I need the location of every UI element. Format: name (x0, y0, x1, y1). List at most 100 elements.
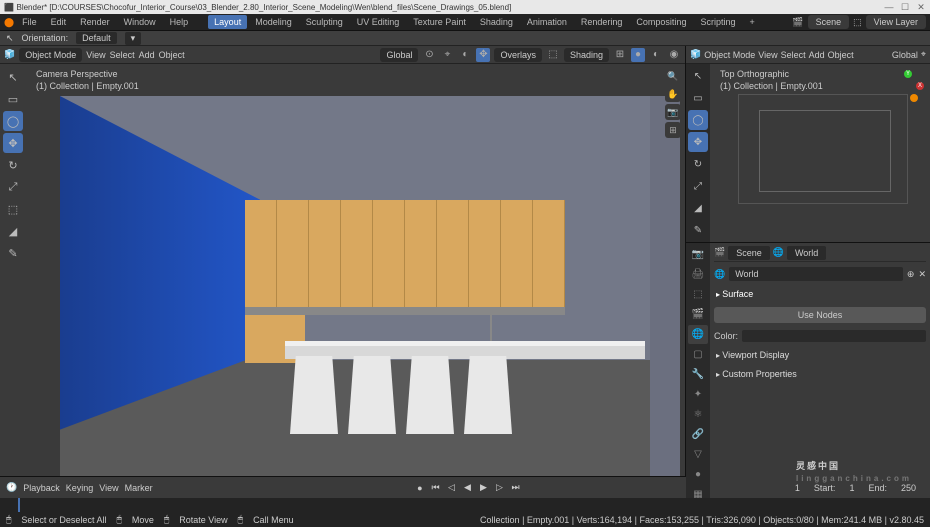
vp-persp-icon[interactable]: ⊞ (665, 122, 681, 138)
vp-pan-icon[interactable]: ✋ (665, 86, 681, 102)
snap-icon[interactable]: ⌖ (440, 48, 454, 62)
mini-tool-move[interactable]: ✥ (688, 132, 708, 152)
tool-move[interactable]: ✥ (3, 133, 23, 153)
orientation-select[interactable]: Default (76, 32, 117, 44)
workspace-render[interactable]: Rendering (575, 15, 629, 29)
tool-cursor[interactable]: ◯ (3, 111, 23, 131)
tab-output[interactable]: 🖨 (688, 265, 708, 284)
overlays-toggle[interactable]: Overlays (494, 48, 542, 62)
tool-measure[interactable]: ◢ (3, 221, 23, 241)
mini-tool-box[interactable]: ▭ (688, 88, 708, 108)
tl-keying[interactable]: Keying (66, 483, 94, 493)
tl-playback[interactable]: Playback (23, 483, 60, 493)
minimize-button[interactable]: — (884, 2, 894, 12)
timeline-ruler[interactable] (0, 498, 930, 512)
vp-menu-object[interactable]: Object (159, 50, 185, 60)
viewlayer-selector[interactable]: View Layer (866, 15, 926, 29)
workspace-comp[interactable]: Compositing (630, 15, 692, 29)
mini-menu-select[interactable]: Select (781, 50, 806, 60)
workspace-script[interactable]: Scripting (694, 15, 741, 29)
workspace-add[interactable]: + (743, 15, 760, 29)
vp-menu-view[interactable]: View (86, 50, 105, 60)
mini-tool-scale[interactable]: ⤢ (688, 176, 708, 196)
tl-view[interactable]: View (99, 483, 118, 493)
vp-camera-icon[interactable]: 📷 (665, 104, 681, 120)
menu-file[interactable]: File (16, 15, 43, 29)
keyframe-prev-icon[interactable]: ◁ (445, 481, 459, 495)
close-button[interactable]: ✕ (916, 2, 926, 12)
mini-tool-annotate[interactable]: ✎ (688, 220, 708, 240)
mode-select[interactable]: Object Mode (19, 48, 82, 62)
tool-select[interactable]: ↖ (3, 67, 23, 87)
keyframe-next-icon[interactable]: ▷ (493, 481, 507, 495)
workspace-sculpting[interactable]: Sculpting (300, 15, 349, 29)
use-nodes-button[interactable]: Use Nodes (714, 307, 926, 323)
tab-render[interactable]: 📷 (688, 245, 708, 264)
vp-menu-add[interactable]: Add (139, 50, 155, 60)
workspace-anim[interactable]: Animation (521, 15, 573, 29)
menu-help[interactable]: Help (164, 15, 195, 29)
tl-marker[interactable]: Marker (125, 483, 153, 493)
mini-viewport[interactable]: Top Orthographic (1) Collection | Empty.… (710, 64, 930, 242)
tab-physics[interactable]: ⚛ (688, 405, 708, 424)
world-new-icon[interactable]: ⊕ (907, 269, 915, 280)
pivot-icon[interactable]: ⊙ (422, 48, 436, 62)
tab-scene[interactable]: 🎬 (688, 305, 708, 324)
menu-render[interactable]: Render (74, 15, 116, 29)
orientation-global[interactable]: Global (380, 48, 418, 62)
mini-snap-icon[interactable]: ⌖ (921, 49, 926, 60)
world-name-field[interactable]: World (729, 267, 903, 281)
mini-tool-cursor[interactable]: ◯ (688, 110, 708, 130)
tool-select-box[interactable]: ▭ (3, 89, 23, 109)
vp-menu-select[interactable]: Select (110, 50, 135, 60)
mini-tool-measure[interactable]: ◢ (688, 198, 708, 218)
workspace-modeling[interactable]: Modeling (249, 15, 298, 29)
tab-modifier[interactable]: 🔧 (688, 365, 708, 384)
mini-mode-select[interactable]: Object Mode (704, 50, 755, 60)
crumb-world[interactable]: World (787, 246, 826, 260)
panel-surface[interactable]: Surface (714, 286, 926, 302)
tab-material[interactable]: ● (688, 465, 708, 484)
shade-render-icon[interactable]: ◉ (667, 48, 681, 62)
menu-edit[interactable]: Edit (45, 15, 73, 29)
shade-wire-icon[interactable]: ⊞ (613, 48, 627, 62)
drag-select[interactable]: ▾ (125, 32, 142, 45)
nav-gizmo[interactable]: X Y (892, 70, 924, 102)
tab-object[interactable]: ▢ (688, 345, 708, 364)
timeline-icon[interactable]: 🕐 (6, 482, 17, 493)
frame-start[interactable]: 1 (841, 481, 862, 495)
workspace-texture[interactable]: Texture Paint (407, 15, 472, 29)
gizmo-toggle[interactable]: ✥ (476, 48, 490, 62)
jump-start-icon[interactable]: ⏮ (429, 481, 443, 495)
tab-data[interactable]: ▽ (688, 445, 708, 464)
autokey-icon[interactable]: ● (417, 483, 422, 493)
tab-particles[interactable]: ✦ (688, 385, 708, 404)
tab-viewlayer[interactable]: ⬚ (688, 285, 708, 304)
shade-solid-icon[interactable]: ● (631, 48, 645, 62)
mini-tool-select[interactable]: ↖ (688, 66, 708, 86)
menu-window[interactable]: Window (118, 15, 162, 29)
tab-constraint[interactable]: 🔗 (688, 425, 708, 444)
mini-menu-add[interactable]: Add (809, 50, 825, 60)
main-viewport[interactable]: Camera Perspective (1) Collection | Empt… (26, 64, 685, 476)
crumb-scene[interactable]: Scene (728, 246, 770, 260)
panel-viewport-display[interactable]: Viewport Display (714, 347, 926, 363)
tool-transform[interactable]: ⬚ (3, 199, 23, 219)
mini-tool-rotate[interactable]: ↻ (688, 154, 708, 174)
playhead[interactable] (18, 498, 20, 512)
workspace-layout[interactable]: Layout (208, 15, 247, 29)
vp-zoom-icon[interactable]: 🔍 (665, 68, 681, 84)
mini-global[interactable]: Global (892, 50, 918, 60)
color-swatch[interactable] (742, 330, 926, 342)
world-unlink-icon[interactable]: ✕ (918, 269, 926, 280)
play-rev-icon[interactable]: ◀ (461, 481, 475, 495)
tool-scale[interactable]: ⤢ (3, 177, 23, 197)
frame-current[interactable]: 1 (787, 481, 808, 495)
editor-type-icon[interactable]: 🧊 (4, 49, 15, 60)
shade-lookdev-icon[interactable]: ◐ (649, 48, 663, 62)
workspace-shading[interactable]: Shading (474, 15, 519, 29)
play-icon[interactable]: ▶ (477, 481, 491, 495)
tool-rotate[interactable]: ↻ (3, 155, 23, 175)
workspace-uv[interactable]: UV Editing (351, 15, 406, 29)
tool-annotate[interactable]: ✎ (3, 243, 23, 263)
